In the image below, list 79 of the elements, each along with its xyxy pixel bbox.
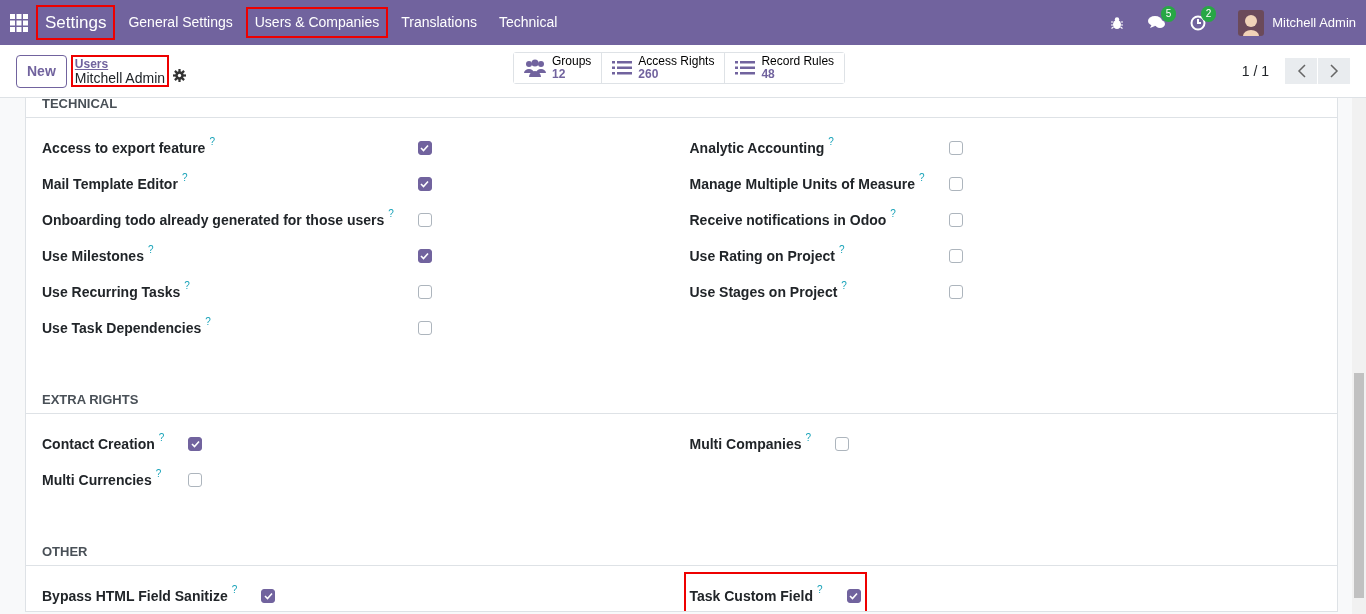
clock-icon[interactable] [1190, 14, 1207, 31]
help-mark[interactable]: ? [205, 317, 211, 327]
checkbox[interactable] [417, 321, 432, 335]
field-label: Multi Currencies [42, 470, 152, 490]
checkbox[interactable] [948, 285, 963, 299]
breadcrumb-link[interactable]: Users [74, 57, 166, 71]
menu-item[interactable]: Translations [392, 7, 486, 38]
apps-menu-icon[interactable] [10, 13, 28, 32]
help-mark[interactable]: ? [919, 173, 925, 183]
checkbox[interactable] [261, 589, 276, 603]
help-mark[interactable]: ? [158, 433, 165, 443]
help-mark[interactable]: ? [155, 469, 162, 479]
help-mark[interactable]: ? [838, 245, 845, 255]
help-mark[interactable]: ? [181, 173, 188, 183]
help-mark[interactable]: ? [231, 585, 238, 595]
menu-item[interactable]: Technical [490, 7, 567, 38]
list-icon [735, 60, 756, 76]
checkbox[interactable] [948, 213, 963, 227]
section-title: TECHNICAL [42, 98, 118, 113]
checkbox[interactable] [417, 285, 432, 299]
field-label: Use Milestones [42, 246, 144, 266]
checkbox[interactable] [948, 141, 963, 155]
field-label: Contact Creation [42, 434, 155, 454]
app-title[interactable]: Settings [36, 4, 116, 41]
scrollbar[interactable] [1352, 98, 1366, 614]
chevron-right-icon [1329, 64, 1339, 78]
help-mark[interactable]: ? [828, 137, 834, 147]
user-name[interactable]: Mitchell Admin [1272, 12, 1356, 33]
help-mark[interactable]: ? [209, 137, 215, 147]
checkbox[interactable] [188, 473, 203, 487]
checkbox[interactable] [948, 249, 963, 263]
help-mark[interactable]: ? [841, 281, 847, 291]
checkbox[interactable] [417, 177, 432, 191]
checkbox[interactable] [188, 437, 203, 451]
field-label: Use Recurring Tasks [42, 282, 181, 302]
chevron-left-icon [1296, 64, 1306, 78]
section-title: EXTRA RIGHTS [42, 390, 139, 409]
field-label: Analytic Accounting [689, 138, 825, 158]
field-label: Manage Multiple Units of Measure [689, 174, 916, 194]
gear-icon[interactable] [173, 68, 187, 82]
next-button[interactable] [1318, 58, 1350, 84]
field-label: Use Task Dependencies [42, 318, 202, 338]
avatar-icon[interactable] [1238, 9, 1265, 36]
help-mark[interactable]: ? [388, 209, 394, 219]
checkbox[interactable] [417, 213, 432, 227]
field-label: Task Custom Field [689, 586, 813, 606]
users-icon [524, 59, 546, 77]
field-label: Use Rating on Project [689, 246, 835, 266]
list-icon [612, 60, 633, 76]
menu-item[interactable]: Users & Companies [245, 7, 389, 38]
checkbox[interactable] [948, 177, 963, 191]
section-title: OTHER [42, 542, 88, 561]
help-mark[interactable]: ? [816, 585, 823, 595]
field-label: Receive notifications in Odoo [689, 210, 887, 230]
field-label: Onboarding todo already generated for those users [42, 210, 385, 230]
checkbox[interactable] [846, 589, 861, 603]
checkbox[interactable] [417, 141, 432, 155]
help-mark[interactable]: ? [147, 245, 154, 255]
field-label: Multi Companies [689, 434, 802, 454]
menu-item[interactable]: General Settings [119, 7, 242, 38]
count-badge: 5 [1160, 5, 1177, 22]
help-mark[interactable]: ? [805, 433, 812, 443]
pager-value[interactable]: 1 / 1 [1241, 60, 1269, 82]
bug-icon[interactable] [1110, 15, 1125, 30]
count-badge: 2 [1200, 5, 1217, 22]
record-title: Mitchell Admin [74, 71, 166, 85]
chat-icon[interactable] [1148, 14, 1167, 31]
new-button[interactable]: New [16, 54, 67, 88]
previous-button[interactable] [1285, 58, 1317, 84]
field-label: Access to export feature [42, 138, 206, 158]
scrollbar-thumb[interactable] [1354, 373, 1364, 598]
field-label: Bypass HTML Field Sanitize [42, 586, 228, 606]
help-mark[interactable]: ? [890, 209, 896, 219]
help-mark[interactable]: ? [184, 281, 190, 291]
checkbox[interactable] [835, 437, 850, 451]
checkbox[interactable] [417, 249, 432, 263]
field-label: Use Stages on Project [689, 282, 838, 302]
field-label: Mail Template Editor [42, 174, 178, 194]
stat-button[interactable]: Groups 12 [514, 53, 603, 83]
